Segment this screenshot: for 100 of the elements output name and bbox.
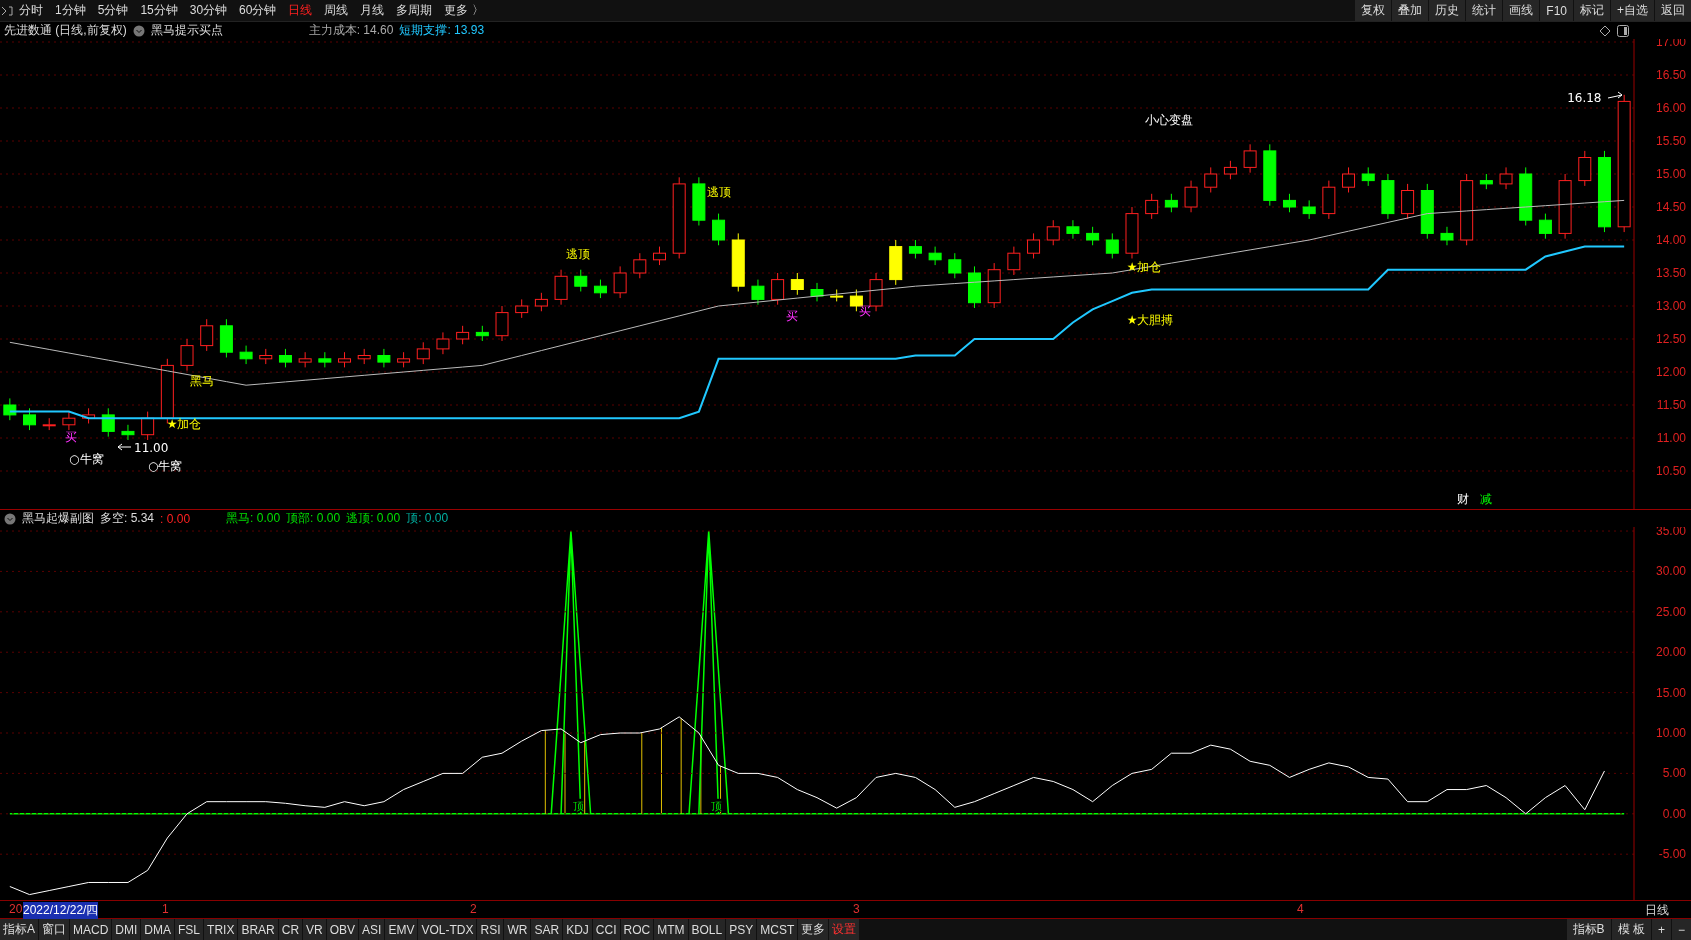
candlestick bbox=[239, 345, 253, 365]
period-tab[interactable]: 多周期 bbox=[391, 2, 438, 19]
period-tab[interactable]: 5分钟 bbox=[92, 2, 134, 19]
indicator-tab[interactable]: FSL bbox=[175, 919, 204, 940]
indicator-tab[interactable]: RSI bbox=[477, 919, 504, 940]
indicator-tab[interactable]: PSY bbox=[726, 919, 757, 940]
period-tab[interactable]: 周线 bbox=[319, 2, 354, 19]
price-axis-label: 16.00 bbox=[1655, 101, 1686, 115]
indicator-readout: 逃顶: 0.00 bbox=[346, 510, 401, 528]
arrow-icon bbox=[1607, 91, 1623, 99]
candlestick bbox=[830, 289, 844, 302]
diamond-icon[interactable] bbox=[1599, 24, 1611, 37]
indicator-tab[interactable]: BRAR bbox=[238, 919, 278, 940]
cursor-date: 2022/12/22/四 bbox=[23, 902, 99, 920]
candlestick bbox=[1125, 206, 1139, 259]
signal-label: ★加仓 bbox=[166, 417, 202, 431]
dropdown-icon[interactable] bbox=[4, 512, 16, 525]
candlestick bbox=[436, 331, 450, 355]
period-tab[interactable]: 月线 bbox=[355, 2, 390, 19]
candlestick bbox=[338, 351, 351, 368]
panel-button[interactable]: 指标B bbox=[1566, 919, 1611, 940]
toolbar-button[interactable]: 统计 bbox=[1466, 0, 1503, 21]
period-tab[interactable]: 60分钟 bbox=[234, 2, 282, 19]
period-tab[interactable]: 更多 〉 bbox=[439, 2, 489, 19]
candlestick bbox=[1519, 166, 1533, 226]
toolbar-button[interactable]: 返回 bbox=[1655, 0, 1691, 21]
candlestick bbox=[771, 272, 785, 306]
candlestick bbox=[62, 411, 76, 431]
indicator-tab[interactable]: 指标A bbox=[0, 919, 38, 940]
arrow-icon bbox=[117, 443, 132, 451]
axis-label: 30.00 bbox=[1655, 564, 1686, 579]
indicator-tab[interactable]: CCI bbox=[592, 919, 620, 940]
price-axis-label: 10.50 bbox=[1655, 464, 1686, 478]
candlestick bbox=[1558, 173, 1572, 240]
indicator-tab[interactable]: MTM bbox=[654, 919, 688, 940]
month-label: 2 bbox=[470, 902, 477, 917]
candlestick bbox=[1342, 166, 1356, 193]
year-label: 20 bbox=[9, 902, 23, 917]
toolbar-button[interactable]: +自选 bbox=[1611, 0, 1654, 21]
candlestick bbox=[692, 176, 706, 226]
indicator-tab[interactable]: SAR bbox=[531, 919, 563, 940]
collapse-icon[interactable] bbox=[0, 4, 14, 17]
indicator-readout: 黑马: 0.00 bbox=[226, 510, 281, 528]
indicator-tab[interactable]: MACD bbox=[70, 919, 112, 940]
toolbar-button[interactable]: 历史 bbox=[1429, 0, 1466, 21]
panel-button[interactable]: + bbox=[1651, 919, 1671, 940]
period-tab[interactable]: 分时 bbox=[14, 2, 48, 19]
period-tab[interactable]: 日线 bbox=[283, 2, 318, 19]
toolbar-button[interactable]: 标记 bbox=[1574, 0, 1610, 21]
indicator-tab[interactable]: DMI bbox=[112, 919, 141, 940]
indicator-tab[interactable]: OBV bbox=[326, 919, 359, 940]
indicator-name: 黑马起爆副图 bbox=[22, 510, 94, 528]
toolbar-button[interactable]: 画线 bbox=[1503, 0, 1540, 21]
indicator-tab[interactable]: BOLL bbox=[688, 919, 726, 940]
candlestick bbox=[928, 246, 942, 266]
price-axis-label: 12.00 bbox=[1655, 365, 1686, 379]
indicator-tab[interactable]: 窗口 bbox=[39, 919, 69, 940]
price-axis-label: 15.50 bbox=[1655, 134, 1686, 148]
panel-button[interactable]: 模 板 bbox=[1611, 919, 1651, 940]
indicator-tab[interactable]: TRIX bbox=[204, 919, 238, 940]
indicator-tab[interactable]: ASI bbox=[359, 919, 385, 940]
indicator-tab[interactable]: DMA bbox=[141, 919, 175, 940]
indicator-tab[interactable]: VOL-TDX bbox=[418, 919, 477, 940]
axis-label: 15.00 bbox=[1655, 685, 1686, 700]
indicator-tab[interactable]: 更多 bbox=[798, 919, 829, 940]
candlestick bbox=[1381, 173, 1395, 220]
dropdown-icon[interactable] bbox=[132, 24, 145, 37]
indicator-readout: 多空: 5.34 bbox=[100, 510, 155, 528]
axis-label: 5.00 bbox=[1662, 766, 1686, 781]
candlestick bbox=[1538, 213, 1552, 240]
indicator-tab[interactable]: MCST bbox=[757, 919, 798, 940]
toolbar-button[interactable]: 叠加 bbox=[1392, 0, 1429, 21]
period-tab[interactable]: 30分钟 bbox=[184, 2, 233, 19]
indicator-tab[interactable]: WR bbox=[504, 919, 531, 940]
candlestick bbox=[731, 232, 745, 292]
panel-button[interactable]: − bbox=[1672, 919, 1691, 940]
month-label: 1 bbox=[162, 902, 169, 917]
indicator-tab[interactable]: CR bbox=[278, 919, 303, 940]
candlestick bbox=[653, 246, 666, 266]
candlestick bbox=[1027, 232, 1041, 259]
toolbar-button[interactable]: 复权 bbox=[1355, 0, 1392, 21]
indicator-tab[interactable]: KDJ bbox=[563, 919, 592, 940]
reduce-label: 减 bbox=[1479, 492, 1492, 506]
indicator-tab[interactable]: ROC bbox=[620, 919, 654, 940]
panel-toggle-icon[interactable] bbox=[1617, 24, 1629, 37]
signal-label: ★大胆搏 bbox=[1126, 313, 1174, 327]
price-axis-label: 14.00 bbox=[1655, 233, 1686, 247]
period-tab[interactable]: 15分钟 bbox=[135, 2, 183, 19]
period-tab[interactable]: 1分钟 bbox=[50, 2, 91, 19]
settings-tab[interactable]: 设置 bbox=[829, 919, 860, 940]
candlestick bbox=[908, 239, 922, 259]
indicator-tab[interactable]: VR bbox=[303, 919, 326, 940]
toolbar-button[interactable]: F10 bbox=[1540, 0, 1573, 21]
candlestick bbox=[318, 351, 332, 368]
candlestick bbox=[574, 269, 588, 292]
indicator-tab[interactable]: EMV bbox=[385, 919, 418, 940]
top-mark: 顶 bbox=[572, 799, 584, 813]
candlestick bbox=[1204, 166, 1218, 193]
candlestick bbox=[554, 269, 568, 306]
price-axis-label: 12.50 bbox=[1655, 332, 1686, 346]
